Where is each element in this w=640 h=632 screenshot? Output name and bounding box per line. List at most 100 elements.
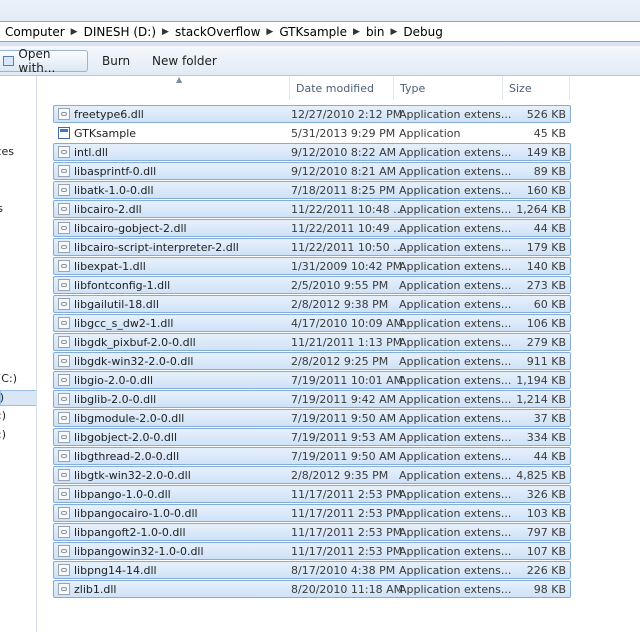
file-name: libcairo-gobject-2.dll xyxy=(74,222,187,235)
file-row[interactable]: libpangowin32-1.0-0.dll 11/17/2011 2:53 P… xyxy=(53,542,571,560)
nav-item-label: :) xyxy=(0,428,6,441)
nav-item-favorites[interactable]: ces xyxy=(0,145,36,161)
file-row[interactable]: libfontconfig-1.dll 2/5/2010 9:55 PM Appli… xyxy=(53,276,571,294)
file-row[interactable]: intl.dll 9/12/2010 8:22 AM Application ext… xyxy=(53,143,571,161)
file-name: libgdk_pixbuf-2.0-0.dll xyxy=(74,336,196,349)
column-header-name[interactable]: ▲ xyxy=(50,75,290,100)
file-row[interactable]: libpangoft2-1.0-0.dll 11/17/2011 2:53 PM A… xyxy=(53,523,571,541)
dll-file-icon xyxy=(58,203,70,215)
file-row[interactable]: libatk-1.0-0.dll 7/18/2011 8:25 PM Applica… xyxy=(53,181,571,199)
breadcrumb-separator-icon[interactable]: ▶ xyxy=(388,27,401,37)
file-type: Application extens... xyxy=(399,184,512,197)
file-list[interactable]: ▲ Date modified Type Size freetype6.dll 1… xyxy=(37,75,640,632)
command-toolbar: Open with... Burn New folder xyxy=(0,46,640,76)
dll-file-icon xyxy=(58,526,70,538)
open-with-button[interactable]: Open with... xyxy=(0,47,88,75)
file-row[interactable]: libasprintf-0.dll 9/12/2010 8:21 AM Applic… xyxy=(53,162,571,180)
file-type: Application extens... xyxy=(399,165,512,178)
file-row[interactable]: libcairo-script-interpreter-2.dll 11/22/2… xyxy=(53,238,571,256)
address-bar-area: Computer ▶ DINESH (D:) ▶ stackOverflow ▶ GTKsa… xyxy=(0,0,640,46)
breadcrumb-separator-icon[interactable]: ▶ xyxy=(68,27,81,37)
file-size: 89 KB xyxy=(533,165,566,178)
file-row[interactable]: libcairo-gobject-2.dll 11/22/2011 10:49 .… xyxy=(53,219,571,237)
file-row[interactable]: libgdk-win32-2.0-0.dll 2/8/2012 9:25 PM Ap… xyxy=(53,352,571,370)
file-row[interactable]: libgmodule-2.0-0.dll 7/19/2011 9:50 AM App… xyxy=(53,409,571,427)
file-size: 326 KB xyxy=(526,488,566,501)
breadcrumb-item[interactable]: Debug xyxy=(400,25,445,39)
file-size: 103 KB xyxy=(526,507,566,520)
file-date-modified: 11/22/2011 10:48 ... xyxy=(291,203,404,216)
file-name: intl.dll xyxy=(74,146,108,159)
nav-item-drive-e[interactable]: :) xyxy=(0,409,36,425)
dll-file-icon xyxy=(58,488,70,500)
file-date-modified: 11/17/2011 2:53 PM xyxy=(291,488,403,501)
file-size: 37 KB xyxy=(533,412,566,425)
dll-file-icon xyxy=(58,431,70,443)
file-row[interactable]: libgailutil-18.dll 2/8/2012 9:38 PM Applic… xyxy=(53,295,571,313)
burn-button[interactable]: Burn xyxy=(102,50,130,72)
nav-item-drive-d[interactable]: ) xyxy=(0,390,36,406)
file-row[interactable]: libgtk-win32-2.0-0.dll 2/8/2012 9:35 PM Ap… xyxy=(53,466,571,484)
file-row[interactable]: libglib-2.0-0.dll 7/19/2011 9:42 AM Applic… xyxy=(53,390,571,408)
file-row[interactable]: libcairo-2.dll 11/22/2011 10:48 ... Applic… xyxy=(53,200,571,218)
file-date-modified: 11/21/2011 1:13 PM xyxy=(291,336,403,349)
dll-file-icon xyxy=(58,279,70,291)
file-date-modified: 2/5/2010 9:55 PM xyxy=(291,279,389,292)
file-row[interactable]: GTKsample 5/31/2013 9:29 PM Application 45 … xyxy=(53,124,571,142)
file-date-modified: 7/18/2011 8:25 PM xyxy=(291,184,396,197)
file-size: 140 KB xyxy=(526,260,566,273)
file-name: libgdk-win32-2.0-0.dll xyxy=(74,355,194,368)
breadcrumb-item[interactable]: Computer xyxy=(2,25,68,39)
breadcrumb-separator-icon[interactable]: ▶ xyxy=(350,27,363,37)
nav-item-drive-c[interactable]: (C:) xyxy=(0,372,36,388)
file-date-modified: 7/19/2011 9:50 AM xyxy=(291,412,397,425)
file-row[interactable]: libgdk_pixbuf-2.0-0.dll 11/21/2011 1:13 P… xyxy=(53,333,571,351)
dll-file-icon xyxy=(58,583,70,595)
dll-file-icon xyxy=(58,222,70,234)
column-header-row: ▲ Date modified Type Size xyxy=(37,75,640,100)
file-row[interactable]: libgcc_s_dw2-1.dll 4/17/2010 10:09 AM Appl… xyxy=(53,314,571,332)
file-date-modified: 9/12/2010 8:21 AM xyxy=(291,165,397,178)
breadcrumb-item[interactable]: stackOverflow xyxy=(172,25,263,39)
dll-file-icon xyxy=(58,393,70,405)
file-name: zlib1.dll xyxy=(74,583,117,596)
file-date-modified: 2/8/2012 9:25 PM xyxy=(291,355,389,368)
file-size: 4,825 KB xyxy=(516,469,566,482)
breadcrumb-item[interactable]: bin xyxy=(363,25,388,39)
navigation-pane[interactable]: ces s (C:) ) :) :) xyxy=(0,76,37,632)
file-name: libgcc_s_dw2-1.dll xyxy=(74,317,174,330)
file-row[interactable]: libpng14-14.dll 8/17/2010 4:38 PM Applicat… xyxy=(53,561,571,579)
file-row[interactable]: zlib1.dll 8/20/2010 11:18 AM Application e… xyxy=(53,580,571,598)
breadcrumb-item[interactable]: GTKsample xyxy=(276,25,350,39)
dll-file-icon xyxy=(58,412,70,424)
file-row[interactable]: libgobject-2.0-0.dll 7/19/2011 9:53 AM App… xyxy=(53,428,571,446)
new-folder-button[interactable]: New folder xyxy=(152,50,217,72)
file-type: Application extens... xyxy=(399,450,512,463)
dll-file-icon xyxy=(58,507,70,519)
nav-item-libraries[interactable]: s xyxy=(0,202,36,218)
breadcrumb-separator-icon[interactable]: ▶ xyxy=(263,27,276,37)
nav-item-drive-f[interactable]: :) xyxy=(0,428,36,444)
file-type: Application extens... xyxy=(399,431,512,444)
file-size: 160 KB xyxy=(526,184,566,197)
breadcrumb-separator-icon[interactable]: ▶ xyxy=(159,27,172,37)
column-header-size[interactable]: Size xyxy=(503,76,570,100)
file-row[interactable]: libpangocairo-1.0-0.dll 11/17/2011 2:53 P… xyxy=(53,504,571,522)
file-type: Application extens... xyxy=(399,355,512,368)
file-name: libpangocairo-1.0-0.dll xyxy=(74,507,198,520)
column-header-type[interactable]: Type xyxy=(394,76,503,100)
file-row[interactable]: libgthread-2.0-0.dll 7/19/2011 9:50 AM App… xyxy=(53,447,571,465)
file-row[interactable]: libexpat-1.dll 1/31/2009 10:42 PM Applicat… xyxy=(53,257,571,275)
address-bar[interactable]: Computer ▶ DINESH (D:) ▶ stackOverflow ▶ GTKsa… xyxy=(0,21,640,42)
breadcrumb-item[interactable]: DINESH (D:) xyxy=(81,25,159,39)
file-date-modified: 8/20/2010 11:18 AM xyxy=(291,583,404,596)
file-row[interactable]: libpango-1.0-0.dll 11/17/2011 2:53 PM Appl… xyxy=(53,485,571,503)
file-row[interactable]: libgio-2.0-0.dll 7/19/2011 10:01 AM Applic… xyxy=(53,371,571,389)
column-header-date-modified[interactable]: Date modified xyxy=(290,76,394,100)
file-name: libfontconfig-1.dll xyxy=(74,279,171,292)
file-row[interactable]: freetype6.dll 12/27/2010 2:12 PM Applicati… xyxy=(53,105,571,123)
file-size: 797 KB xyxy=(526,526,566,539)
file-date-modified: 7/19/2011 9:42 AM xyxy=(291,393,397,406)
file-name: libglib-2.0-0.dll xyxy=(74,393,157,406)
file-size: 334 KB xyxy=(526,431,566,444)
